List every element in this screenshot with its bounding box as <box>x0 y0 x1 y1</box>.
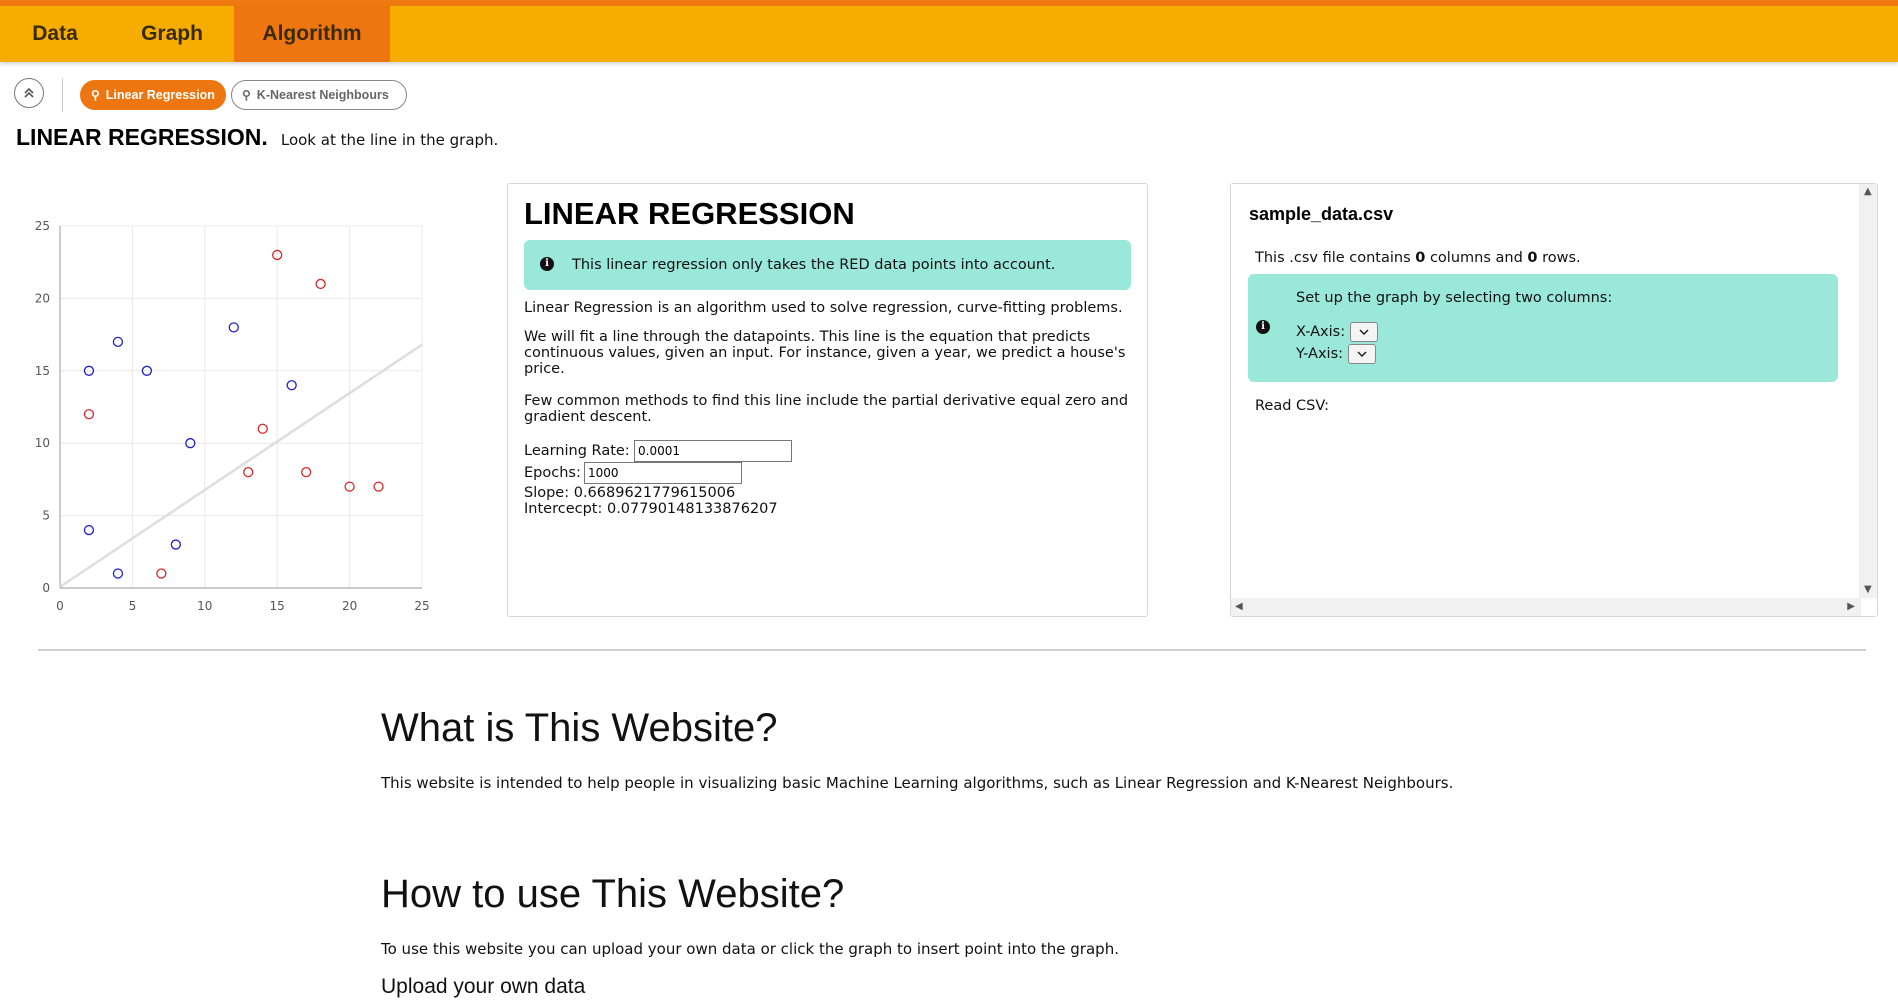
section-divider <box>38 649 1866 651</box>
learning-rate-label: Learning Rate: <box>524 443 630 459</box>
horizontal-scrollbar[interactable]: ◀ ▶ <box>1231 598 1861 616</box>
upload-title: Upload your own data <box>381 975 586 998</box>
setup-text: Set up the graph by selecting two column… <box>1296 290 1613 306</box>
csv-panel: sample_data.csv This .csv file contains … <box>1230 183 1878 617</box>
scroll-up-arrow-icon[interactable]: ▲ <box>1864 186 1872 197</box>
x-axis-select[interactable] <box>1350 322 1378 342</box>
x-tick-label: 25 <box>414 599 429 613</box>
info-icon: i <box>1256 320 1270 334</box>
y-axis-select[interactable] <box>1348 344 1376 364</box>
how-to-title: How to use This Website? <box>381 872 845 916</box>
csv-description: This .csv file contains 0 columns and 0 … <box>1255 250 1581 266</box>
linear-regression-tab[interactable]: ⚲ Linear Regression <box>80 80 226 110</box>
page-heading: LINEAR REGRESSION. Look at the line in t… <box>16 124 498 151</box>
x-tick-label: 5 <box>129 599 137 613</box>
epochs-input[interactable] <box>584 462 742 484</box>
vertical-scrollbar[interactable]: ▲ ▼ <box>1859 184 1877 598</box>
csv-file-name: sample_data.csv <box>1249 204 1394 224</box>
intercept-text: Intercecpt: 0.07790148133876207 <box>524 501 778 517</box>
lr-info-box: i This linear regression only takes the … <box>524 240 1131 290</box>
info-icon: i <box>540 257 554 271</box>
lr-paragraph-2: We will fit a line through the datapoint… <box>524 329 1126 377</box>
tab-data[interactable]: Data <box>0 6 110 62</box>
lr-paragraph-1: Linear Regression is an algorithm used t… <box>524 300 1123 316</box>
y-tick-label: 5 <box>42 509 50 523</box>
x-tick-label: 20 <box>342 599 357 613</box>
how-to-text: To use this website you can upload your … <box>381 940 1119 958</box>
scatter-chart[interactable]: 0 5 10 15 20 25 0 5 10 15 20 25 <box>10 210 440 620</box>
linear-regression-label: Linear Regression <box>105 88 215 102</box>
read-csv-label: Read CSV: <box>1255 398 1329 414</box>
lr-info-text: This linear regression only takes the RE… <box>572 257 1056 273</box>
knn-tab[interactable]: ⚲ K-Nearest Neighbours <box>231 80 407 110</box>
y-tick-label: 0 <box>42 581 50 595</box>
chevron-down-icon <box>1359 329 1369 335</box>
csv-column-count: 0 <box>1415 250 1426 266</box>
y-tick-label: 15 <box>35 364 50 378</box>
lr-paragraph-3: Few common methods to find this line inc… <box>524 393 1129 425</box>
csv-desc-prefix: This .csv file contains <box>1255 250 1416 266</box>
csv-row-count: 0 <box>1527 250 1538 266</box>
page-subtitle: Look at the line in the graph. <box>280 131 499 149</box>
learning-rate-input[interactable] <box>634 440 792 462</box>
chevron-down-icon <box>1357 351 1367 357</box>
tab-graph[interactable]: Graph <box>110 6 234 62</box>
page-title: LINEAR REGRESSION. <box>16 124 268 150</box>
scroll-down-arrow-icon[interactable]: ▼ <box>1864 584 1872 595</box>
y-axis-label: Y-Axis: <box>1296 346 1344 362</box>
x-tick-label: 0 <box>56 599 64 613</box>
lightbulb-icon: ⚲ <box>91 88 100 102</box>
scroll-right-arrow-icon[interactable]: ▶ <box>1847 601 1855 612</box>
x-tick-label: 10 <box>197 599 212 613</box>
csv-desc-suffix: rows. <box>1537 250 1581 266</box>
lr-panel-title: LINEAR REGRESSION <box>524 196 855 231</box>
scroll-left-arrow-icon[interactable]: ◀ <box>1235 601 1243 612</box>
collapse-button[interactable] <box>14 78 44 108</box>
chevron-up-double-icon <box>24 87 34 98</box>
linear-regression-panel: LINEAR REGRESSION i This linear regressi… <box>507 183 1148 617</box>
y-tick-label: 10 <box>35 436 50 450</box>
what-is-text: This website is intended to help people … <box>381 774 1454 792</box>
csv-setup-box: i Set up the graph by selecting two colu… <box>1248 274 1838 382</box>
x-tick-label: 15 <box>270 599 285 613</box>
y-tick-label: 25 <box>35 219 50 233</box>
x-axis-label: X-Axis: <box>1296 324 1346 340</box>
y-tick-label: 20 <box>35 291 50 305</box>
tab-algorithm[interactable]: Algorithm <box>234 6 390 62</box>
what-is-title: What is This Website? <box>381 706 778 750</box>
plot-area <box>60 226 422 588</box>
knn-label: K-Nearest Neighbours <box>256 88 389 102</box>
top-nav-bar: Data Graph Algorithm <box>0 0 1898 62</box>
csv-desc-mid: columns and <box>1425 250 1528 266</box>
slope-text: Slope: 0.6689621779615006 <box>524 485 736 501</box>
epochs-label: Epochs: <box>524 465 581 481</box>
lightbulb-icon: ⚲ <box>242 88 251 102</box>
toolbar-divider <box>62 78 63 112</box>
